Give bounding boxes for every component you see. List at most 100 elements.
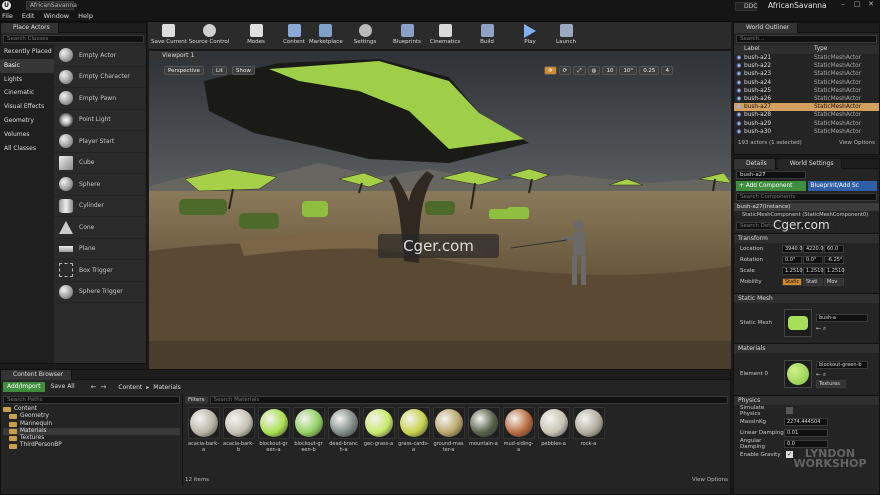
scale-snap-button[interactable]: 0.25: [639, 66, 660, 75]
materials-section-header[interactable]: Materials: [734, 343, 879, 353]
outliner-row[interactable]: ◉ bush-a24 StaticMeshActor: [734, 79, 879, 87]
asset-tile[interactable]: pebbles-a: [538, 407, 570, 453]
category-recently-placed[interactable]: Recently Placed: [0, 45, 54, 59]
actor-item[interactable]: Cone: [54, 217, 146, 239]
category-lights[interactable]: Lights: [0, 73, 54, 87]
mobility-static-button[interactable]: Static: [782, 277, 802, 286]
eye-icon[interactable]: ◉: [734, 111, 744, 119]
asset-tile[interactable]: gec-grass-a: [363, 407, 395, 453]
static-mesh-section-header[interactable]: Static Mesh: [734, 293, 879, 303]
actor-item[interactable]: Empty Actor: [54, 45, 146, 67]
asset-tile[interactable]: blockout-green-b: [293, 407, 325, 453]
physics-section-header[interactable]: Physics: [734, 395, 879, 405]
path-segment[interactable]: Content: [118, 384, 142, 391]
category-geometry[interactable]: Geometry: [0, 114, 54, 128]
search-materials-input[interactable]: Search Materials: [209, 396, 728, 404]
tab-world-settings[interactable]: World Settings: [777, 159, 843, 169]
translate-icon[interactable]: ✥: [544, 66, 557, 75]
outliner-row[interactable]: ◉ bush-a23 StaticMeshActor: [734, 70, 879, 78]
category-visual-effects[interactable]: Visual Effects: [0, 100, 54, 114]
material-thumbnail[interactable]: [784, 360, 812, 388]
eye-icon[interactable]: ◉: [734, 95, 744, 103]
level-viewport[interactable]: [149, 51, 731, 369]
save-current-button[interactable]: Save Current: [151, 24, 187, 50]
ddc-indicator[interactable]: DDC: [735, 2, 757, 11]
tree-item-thirdpersonbp[interactable]: ThirdPersonBP: [3, 442, 180, 449]
scale-x[interactable]: 1.2510: [782, 266, 803, 275]
view-options-button[interactable]: View Options: [839, 140, 875, 146]
mesh-browse-icons[interactable]: ← ⌕: [816, 325, 869, 333]
menu-window[interactable]: Window: [43, 12, 69, 21]
eye-icon[interactable]: ◉: [734, 70, 744, 78]
scale-icon[interactable]: ⤢: [573, 66, 586, 75]
scale-y[interactable]: 1.2510: [803, 266, 824, 275]
instance-row[interactable]: bush-a27(Instance): [734, 203, 879, 211]
type-column-header[interactable]: Type: [814, 45, 827, 54]
asset-tile[interactable]: acacia-bark-b: [223, 407, 255, 453]
close-icon[interactable]: ✕: [866, 0, 876, 8]
tree-item-textures[interactable]: Textures: [3, 435, 180, 442]
settings-button[interactable]: Settings: [351, 24, 379, 50]
outliner-row[interactable]: ◉ bush-a25 StaticMeshActor: [734, 87, 879, 95]
rotation-snap-button[interactable]: 10°: [619, 66, 638, 75]
blueprints-button[interactable]: Blueprints: [392, 24, 422, 50]
mobility-stationary-button[interactable]: Stati: [803, 277, 823, 286]
actor-item[interactable]: Player Start: [54, 131, 146, 153]
outliner-row[interactable]: ◉ bush-a28 StaticMeshActor: [734, 111, 879, 119]
show-button[interactable]: Show: [232, 66, 255, 75]
actor-item[interactable]: Sphere: [54, 174, 146, 196]
tab-viewport[interactable]: Viewport 1: [149, 51, 199, 61]
save-all-button[interactable]: Save All: [49, 382, 77, 392]
launch-button[interactable]: Launch: [554, 24, 578, 50]
search-paths-input[interactable]: Search Paths: [3, 396, 180, 404]
actor-item[interactable]: Cube: [54, 153, 146, 174]
back-arrow-icon[interactable]: ←: [91, 383, 97, 391]
marketplace-button[interactable]: Marketplace: [309, 24, 343, 50]
modes-button[interactable]: Modes: [243, 24, 269, 50]
path-segment[interactable]: Materials: [153, 384, 181, 391]
static-mesh-thumbnail[interactable]: [784, 309, 812, 337]
asset-tile[interactable]: acacia-bark-a: [188, 407, 220, 453]
location-y[interactable]: 4220.0: [803, 244, 824, 253]
eye-icon[interactable]: ◉: [734, 120, 744, 128]
material-dropdown[interactable]: blockout-green-b: [816, 360, 868, 369]
actor-item[interactable]: Plane: [54, 239, 146, 260]
outliner-row[interactable]: ◉ bush-a22 StaticMeshActor: [734, 62, 879, 70]
category-volumes[interactable]: Volumes: [0, 128, 54, 142]
asset-tile[interactable]: dead-branch-a: [328, 407, 360, 453]
content-view-options-button[interactable]: View Options: [692, 477, 728, 483]
add-import-button[interactable]: Add/Import: [3, 382, 45, 392]
content-button[interactable]: Content: [280, 24, 308, 50]
asset-tile[interactable]: grass-cards-a: [398, 407, 430, 453]
forward-arrow-icon[interactable]: →: [101, 383, 107, 391]
menu-file[interactable]: File: [2, 12, 13, 21]
static-mesh-dropdown[interactable]: bush-a: [816, 313, 868, 322]
location-x[interactable]: 3940.0: [782, 244, 803, 253]
cinematics-button[interactable]: Cinematics: [429, 24, 461, 50]
outliner-row[interactable]: ◉ bush-a27 StaticMeshActor: [734, 103, 879, 112]
outliner-row[interactable]: ◉ bush-a21 StaticMeshActor: [734, 54, 879, 62]
eye-icon[interactable]: ◉: [734, 128, 744, 136]
rotation-x[interactable]: 0.0°: [782, 255, 802, 264]
category-all-classes[interactable]: All Classes: [0, 142, 54, 156]
actor-item[interactable]: Sphere Trigger: [54, 282, 146, 303]
tab-details[interactable]: Details: [734, 159, 776, 169]
linear-damping-field[interactable]: 0.01: [784, 428, 828, 437]
eye-icon[interactable]: ◉: [734, 79, 744, 87]
tree-item-content[interactable]: Content: [3, 406, 180, 413]
build-button[interactable]: Build: [476, 24, 498, 50]
search-classes-input[interactable]: Search Classes: [3, 35, 144, 43]
tree-item-materials[interactable]: Materials: [3, 427, 180, 436]
add-component-button[interactable]: + Add Component: [736, 181, 806, 191]
level-tab[interactable]: AfricanSavanna: [26, 1, 77, 10]
perspective-button[interactable]: Perspective: [164, 66, 204, 75]
filters-button[interactable]: Filters: [185, 396, 208, 404]
rotate-icon[interactable]: ⟳: [558, 66, 572, 75]
material-browse-icons[interactable]: ← ⌕: [816, 371, 869, 379]
source-control-button[interactable]: Source Control: [188, 24, 230, 50]
world-icon[interactable]: ◍: [587, 66, 601, 75]
eye-icon[interactable]: ◉: [734, 103, 744, 111]
asset-tile[interactable]: ground-master-a: [433, 407, 465, 453]
menu-help[interactable]: Help: [78, 12, 93, 21]
rotation-z[interactable]: -6.25°: [824, 255, 844, 264]
